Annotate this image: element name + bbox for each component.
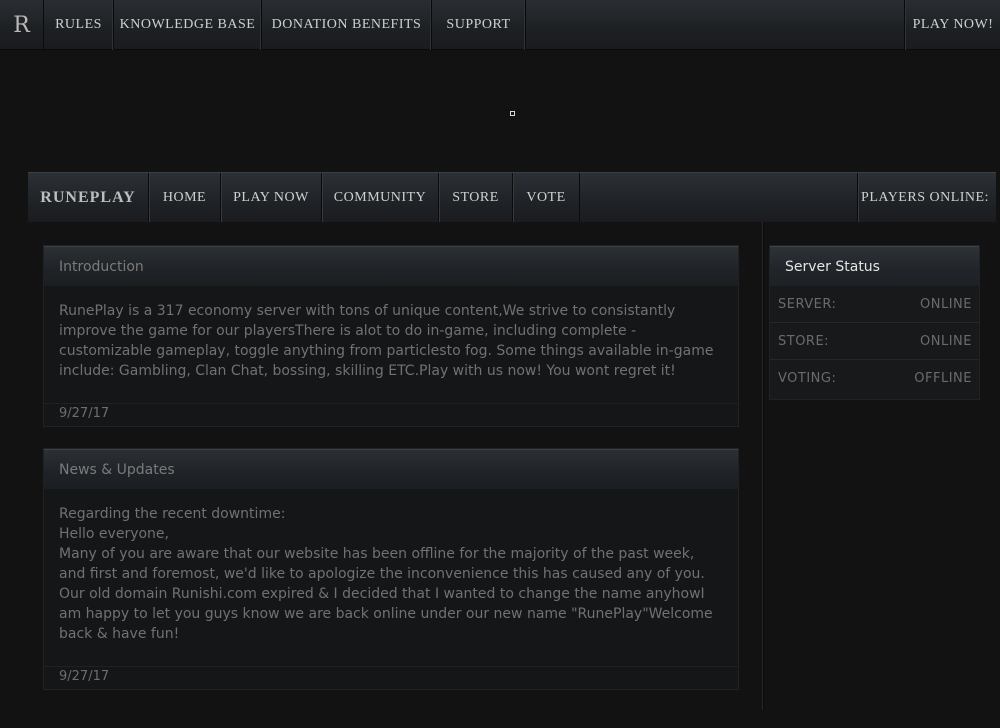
panel-date: 9/27/17: [44, 403, 738, 426]
status-value: ONLINE: [920, 333, 972, 349]
panel-body: RunePlay is a 317 economy server with to…: [59, 303, 714, 379]
subnav-spacer: [580, 173, 858, 222]
brand-title[interactable]: RUNEPLAY: [28, 173, 149, 222]
nav-play-now-link[interactable]: PLAY NOW: [221, 173, 322, 222]
players-online-label: PLAYERS ONLINE:: [861, 189, 989, 205]
status-label: STORE:: [778, 333, 830, 349]
panel-title: Introduction: [44, 246, 738, 286]
status-value: ONLINE: [920, 296, 972, 312]
nav-spacer: [526, 0, 905, 49]
play-now-top-button[interactable]: PLAY NOW!: [905, 0, 1000, 50]
main-nav-bar: RUNEPLAY HOME PLAY NOW COMMUNITY STORE V…: [28, 172, 996, 222]
panel-date: 9/27/17: [44, 666, 738, 689]
nav-store-link[interactable]: STORE: [439, 173, 513, 222]
nav-donation-benefits-link[interactable]: DONATION BENEFITS: [262, 0, 432, 50]
nav-community-link[interactable]: COMMUNITY: [322, 173, 439, 222]
site-logo[interactable]: R: [0, 0, 44, 50]
introduction-panel: Introduction RunePlay is a 317 economy s…: [43, 245, 739, 427]
status-row-server: SERVER: ONLINE: [770, 286, 979, 323]
status-label: VOTING:: [778, 371, 837, 386]
nav-vote-link[interactable]: VOTE: [513, 173, 580, 222]
panel-title: News & Updates: [44, 449, 738, 489]
nav-home-link[interactable]: HOME: [149, 173, 221, 222]
nav-rules-link[interactable]: RULES: [44, 0, 114, 50]
news-updates-panel: News & Updates Regarding the recent down…: [43, 448, 739, 690]
sidebar-divider: [762, 222, 764, 710]
server-status-title: Server Status: [770, 246, 979, 286]
status-row-voting: VOTING: OFFLINE: [770, 360, 979, 397]
server-status-panel: Server Status SERVER: ONLINE STORE: ONLI…: [769, 245, 980, 400]
nav-support-link[interactable]: SUPPORT: [432, 0, 526, 50]
nav-knowledge-base-link[interactable]: KNOWLEDGE BASE: [114, 0, 262, 50]
players-online: PLAYERS ONLINE:: [858, 173, 996, 222]
status-label: SERVER:: [778, 296, 837, 312]
top-nav-bar: R RULES KNOWLEDGE BASE DONATION BENEFITS…: [0, 0, 1000, 50]
panel-body: Regarding the recent downtime: Hello eve…: [59, 506, 713, 642]
status-value: OFFLINE: [914, 371, 972, 386]
loading-indicator: [510, 111, 515, 116]
status-row-store: STORE: ONLINE: [770, 323, 979, 360]
